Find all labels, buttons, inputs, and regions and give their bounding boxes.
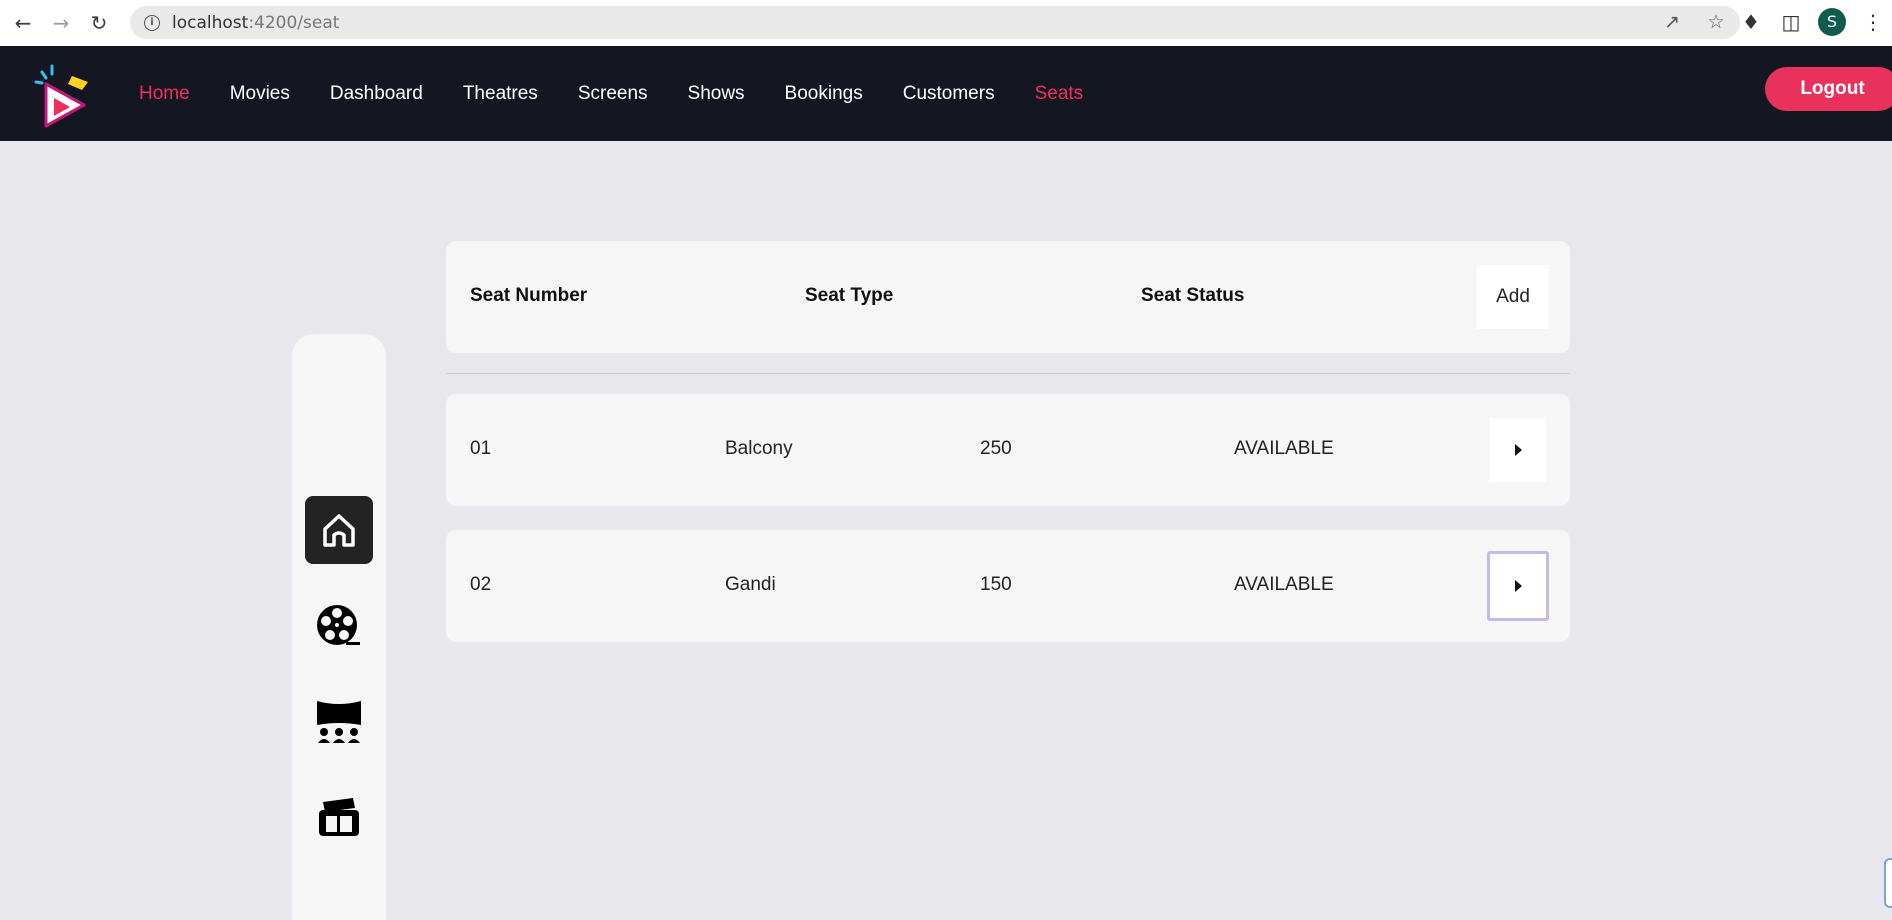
- table-header: Seat Number Seat Type Seat Status Add: [446, 241, 1570, 353]
- side-panel-icon[interactable]: ◫: [1778, 10, 1804, 34]
- nav-movies-link[interactable]: Movies: [230, 83, 290, 105]
- app-logo-icon[interactable]: [32, 62, 104, 134]
- main-nav: Home Movies Dashboard Theatres Screens S…: [139, 46, 1123, 141]
- rail-theatres-button[interactable]: [305, 688, 373, 756]
- seat-number-cell: 02: [470, 574, 492, 595]
- header-seat-number: Seat Number: [470, 285, 588, 306]
- extensions-puzzle-icon[interactable]: ♦: [1738, 10, 1764, 34]
- seat-price-cell: 150: [980, 574, 1012, 595]
- floating-widget-tab[interactable]: [1884, 858, 1892, 908]
- rail-movies-button[interactable]: [305, 592, 373, 660]
- add-seat-button[interactable]: Add: [1477, 265, 1549, 329]
- rail-bookings-button[interactable]: [305, 784, 373, 852]
- nav-seats-link[interactable]: Seats: [1035, 83, 1084, 105]
- logout-button[interactable]: Logout: [1765, 67, 1892, 111]
- profile-avatar[interactable]: S: [1818, 8, 1846, 36]
- seat-price-cell: 250: [980, 438, 1012, 459]
- reload-icon[interactable]: ↻: [84, 8, 114, 38]
- nav-dashboard-link[interactable]: Dashboard: [330, 83, 423, 105]
- app-navbar: Home Movies Dashboard Theatres Screens S…: [0, 46, 1892, 141]
- bookmark-star-icon[interactable]: ☆: [1704, 11, 1728, 33]
- row-details-button[interactable]: [1490, 418, 1546, 482]
- header-seat-type: Seat Type: [805, 285, 894, 306]
- seat-type-cell: Gandi: [725, 574, 776, 595]
- table-row: 01 Balcony 250 AVAILABLE: [446, 394, 1570, 506]
- url-text[interactable]: localhost:4200/seat: [172, 13, 339, 33]
- tickets-icon: [319, 798, 359, 836]
- nav-home-link[interactable]: Home: [139, 83, 190, 105]
- divider: [446, 373, 1570, 374]
- header-seat-status: Seat Status: [1141, 285, 1245, 306]
- rail-home-button[interactable]: [305, 496, 373, 564]
- seat-type-cell: Balcony: [725, 438, 793, 459]
- row-details-button[interactable]: [1487, 551, 1549, 621]
- browser-toolbar: ← → ↻ i localhost:4200/seat ↗ ☆ ♦ ◫ S ⋮: [0, 0, 1892, 46]
- browser-menu-icon[interactable]: ⋮: [1860, 10, 1886, 34]
- nav-shows-link[interactable]: Shows: [688, 83, 745, 105]
- seat-number-cell: 01: [470, 438, 492, 459]
- forward-arrow-icon[interactable]: →: [46, 8, 76, 38]
- side-rail: [292, 334, 386, 920]
- home-icon: [323, 514, 355, 547]
- site-info-icon[interactable]: i: [144, 14, 160, 31]
- nav-bookings-link[interactable]: Bookings: [785, 83, 863, 105]
- nav-customers-link[interactable]: Customers: [903, 83, 995, 105]
- nav-theatres-link[interactable]: Theatres: [463, 83, 538, 105]
- seat-status-cell: AVAILABLE: [1234, 438, 1334, 459]
- caret-right-icon: [1514, 444, 1522, 456]
- share-icon[interactable]: ↗: [1660, 11, 1684, 33]
- caret-right-icon: [1514, 580, 1522, 592]
- back-arrow-icon[interactable]: ←: [8, 8, 38, 38]
- nav-screens-link[interactable]: Screens: [578, 83, 648, 105]
- address-bar[interactable]: i localhost:4200/seat ↗ ☆: [130, 6, 1740, 39]
- table-row: 02 Gandi 150 AVAILABLE: [446, 530, 1570, 642]
- theatre-screen-icon: [317, 701, 361, 743]
- seat-status-cell: AVAILABLE: [1234, 574, 1334, 595]
- film-reel-icon: [317, 605, 360, 645]
